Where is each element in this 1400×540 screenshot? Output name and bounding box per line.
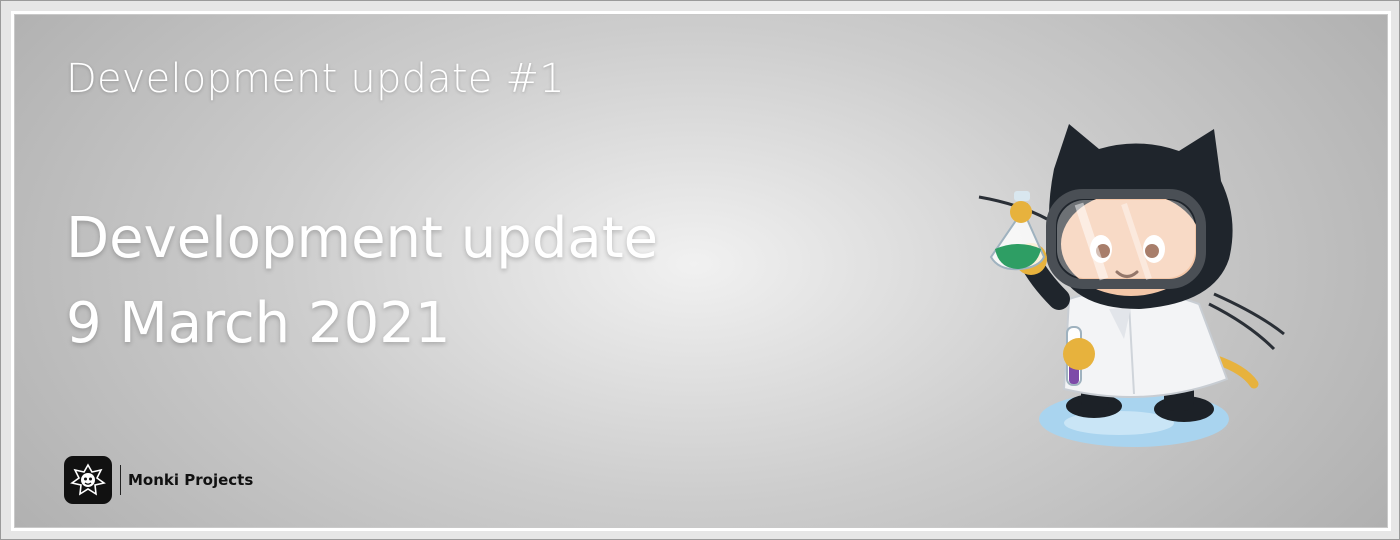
headline-line-date: 9 March 2021 bbox=[66, 291, 451, 356]
monkey-face-icon bbox=[64, 456, 112, 504]
brand-divider bbox=[120, 465, 121, 495]
banner-card: Development update #1 Development update… bbox=[11, 11, 1391, 531]
headline-line-title: Development update bbox=[66, 206, 659, 271]
page-frame: Development update #1 Development update… bbox=[0, 0, 1400, 540]
post-headline: Development update 9 March 2021 bbox=[66, 196, 658, 366]
brand-name: Monki Projects bbox=[128, 471, 254, 489]
post-series-title: Development update #1 bbox=[66, 56, 565, 102]
brand-block: Monki Projects bbox=[64, 456, 253, 504]
scientist-octocat-icon bbox=[978, 124, 1285, 447]
